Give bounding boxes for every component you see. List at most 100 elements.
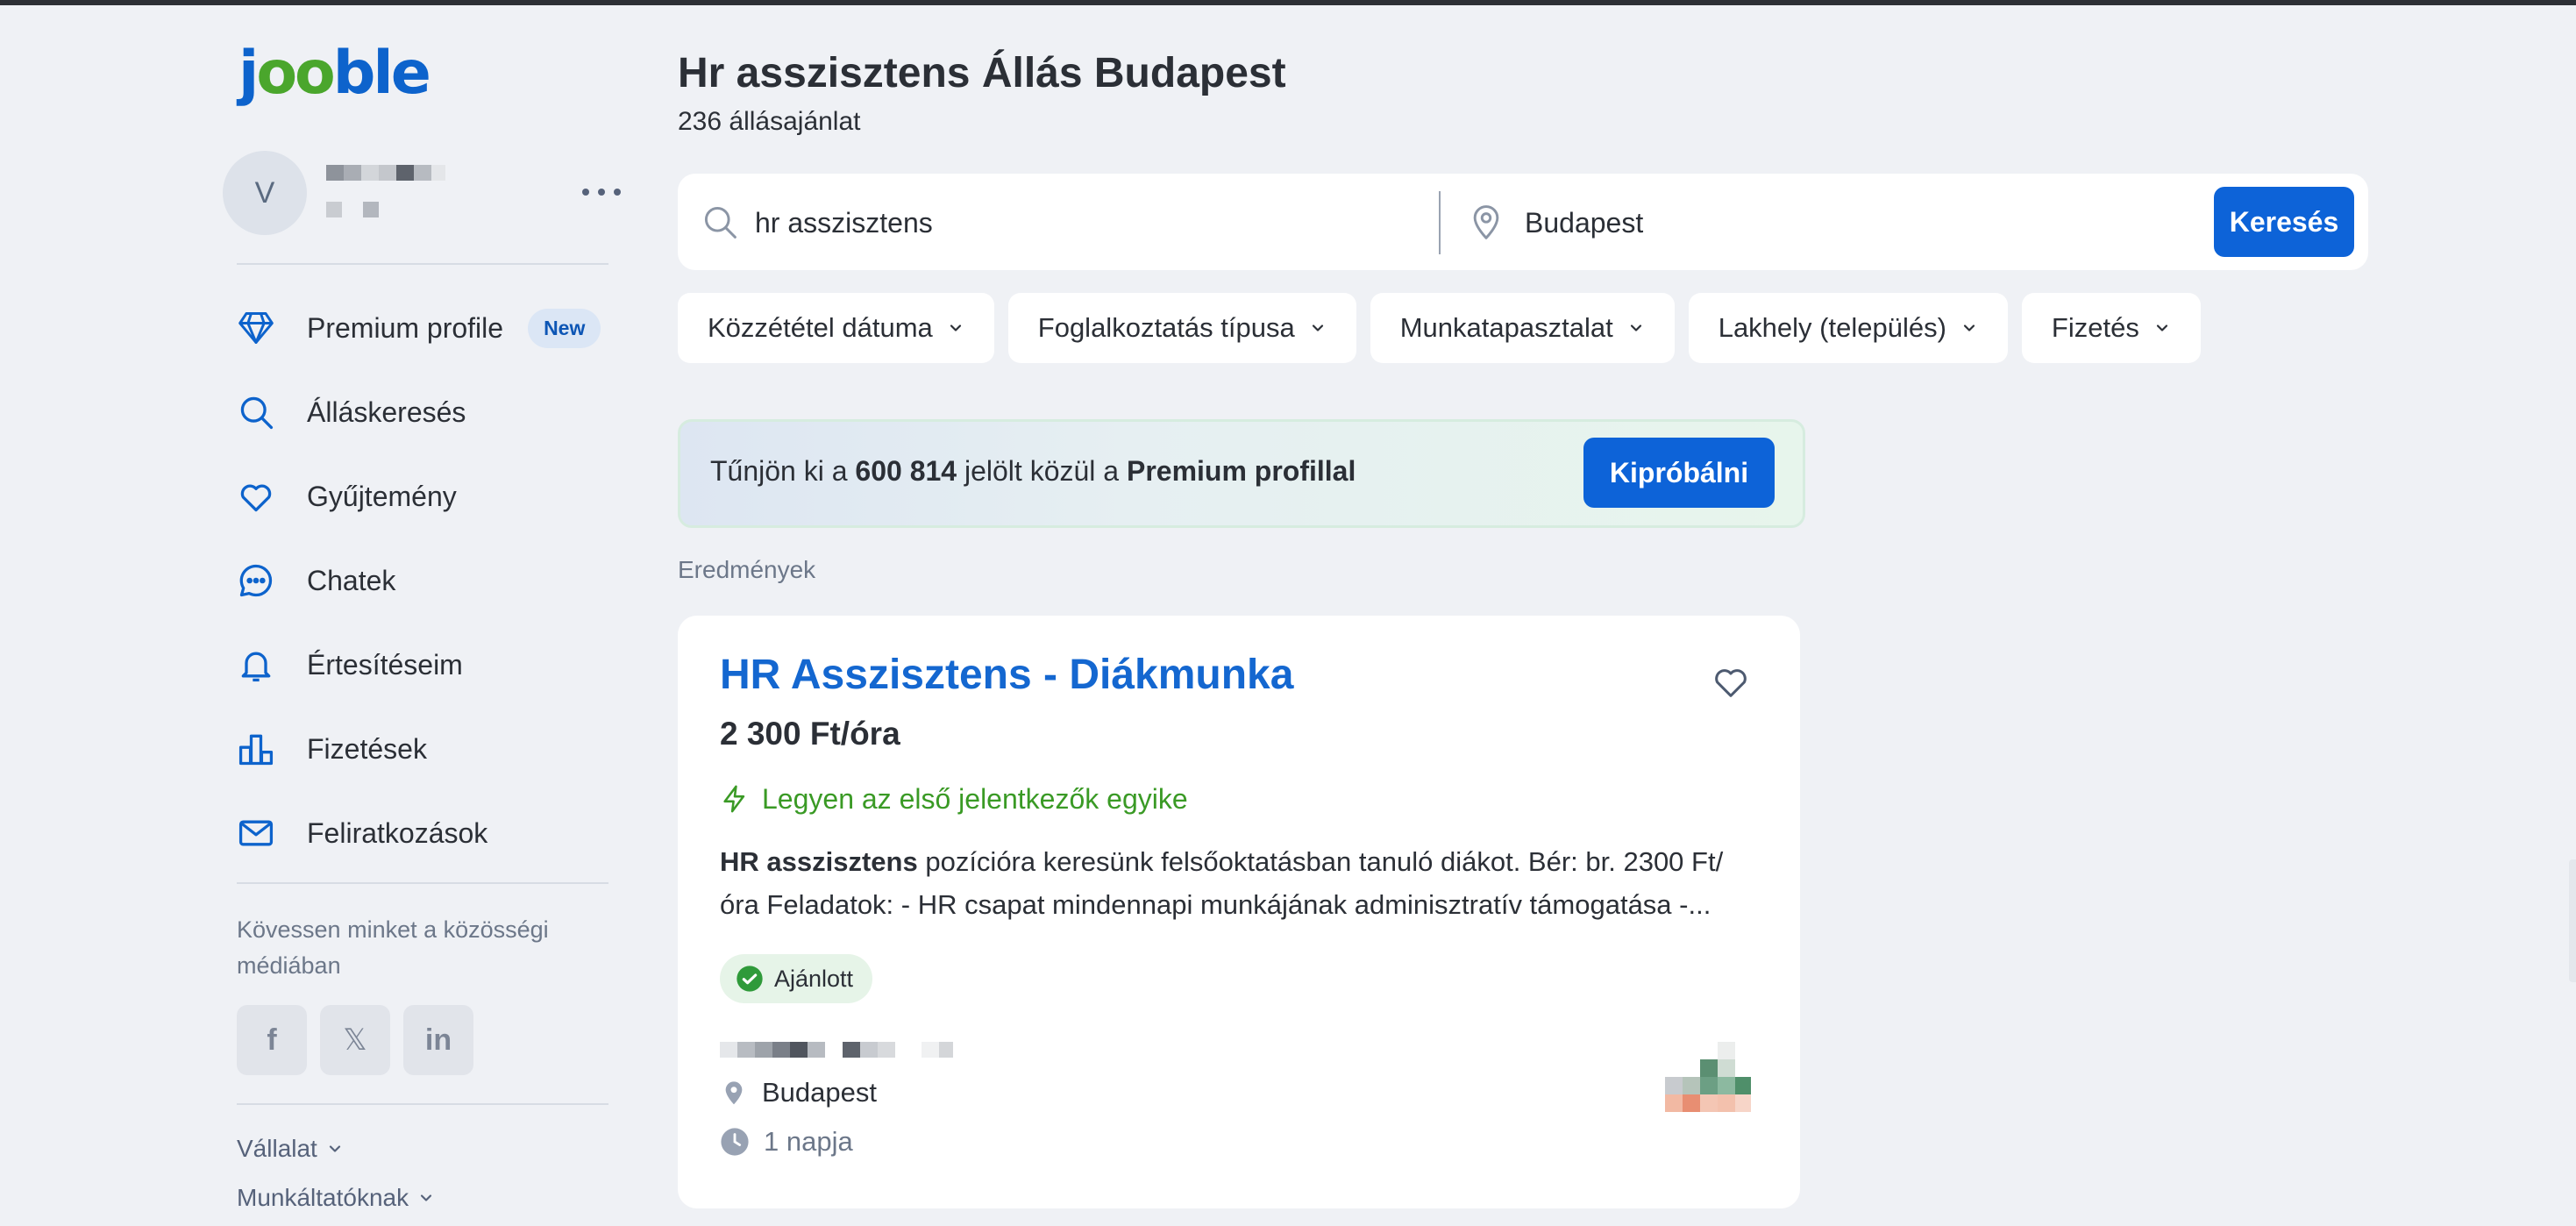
diamond-icon <box>237 309 275 347</box>
linkedin-icon[interactable]: in <box>403 1005 473 1075</box>
job-salary: 2 300 Ft/óra <box>720 716 900 752</box>
results-label: Eredmények <box>678 556 816 583</box>
employers-dropdown[interactable]: Munkáltatóknak <box>237 1184 435 1212</box>
bell-icon <box>237 645 275 684</box>
sidebar-item-chats[interactable]: Chatek <box>237 538 614 623</box>
chevron-down-icon <box>1963 324 1975 331</box>
sidebar-item-label: Értesítéseim <box>307 648 463 681</box>
save-heart-icon[interactable] <box>1711 661 1751 702</box>
job-card[interactable]: HR Asszisztens - Diákmunka 2 300 Ft/óra … <box>678 616 1800 1208</box>
promo-text: Tűnjön ki a 600 814 jelölt közül a Premi… <box>710 455 1356 488</box>
sidebar-divider <box>237 882 608 884</box>
logo-letter-j: j <box>238 39 259 108</box>
filter-label: Közzététel dátuma <box>708 312 933 343</box>
location-input[interactable] <box>1523 200 2193 246</box>
search-icon <box>237 393 275 431</box>
facebook-icon[interactable]: f <box>237 1005 307 1075</box>
check-circle-icon <box>737 966 763 992</box>
chevron-down-icon <box>1312 324 1323 331</box>
filter-label: Fizetés <box>2051 312 2139 343</box>
recommended-badge: Ajánlott <box>720 954 873 1003</box>
filter-employment-type[interactable]: Foglalkoztatás típusa <box>1007 293 1356 363</box>
sidebar-item-label: Chatek <box>307 564 396 596</box>
search-icon <box>704 206 737 239</box>
company-logo-blurred <box>1665 1042 1751 1112</box>
first-applicant-notice: Legyen az első jelentkezők egyike <box>720 782 1188 816</box>
logo-letters-ble: ble <box>332 39 431 108</box>
filter-residence[interactable]: Lakhely (település) <box>1688 293 2008 363</box>
job-description: HR asszisztens pozícióra keresünk felsőo… <box>720 840 1754 926</box>
sidebar-item-label: Álláskeresés <box>307 396 466 428</box>
job-count: 236 állásajánlat <box>678 107 861 136</box>
location-pin-icon <box>1473 205 1499 239</box>
job-posted-label: 1 napja <box>764 1126 853 1157</box>
sidebar-item-job-search[interactable]: Álláskeresés <box>237 370 614 454</box>
sidebar-nav: Premium profile New Álláskeresés Gyűjtem… <box>237 286 614 875</box>
employers-label: Munkáltatóknak <box>237 1184 409 1211</box>
lightning-icon <box>723 785 745 813</box>
jooble-logo[interactable]: jooble <box>238 44 431 103</box>
filter-label: Foglalkoztatás típusa <box>1037 312 1295 343</box>
company-label: Vállalat <box>237 1135 317 1162</box>
search-button[interactable]: Keresés <box>2214 187 2354 257</box>
user-name-blurred <box>326 165 445 181</box>
follow-us-text: Kövessen minket a közösségi médiában <box>237 916 549 979</box>
sidebar-divider <box>237 1103 608 1105</box>
logo-letters-oo: oo <box>256 39 335 108</box>
sidebar-item-label: Fizetések <box>307 732 427 765</box>
sidebar-item-label: Feliratkozások <box>307 816 488 849</box>
job-description-keyword: HR asszisztens <box>720 846 918 877</box>
job-posted-time: 1 napja <box>720 1126 853 1158</box>
mail-icon <box>237 814 275 852</box>
avatar-initial: V <box>254 175 275 210</box>
filter-bar: Közzététel dátuma Foglalkoztatás típusa … <box>678 293 2201 363</box>
sidebar-item-collection[interactable]: Gyűjtemény <box>237 454 614 538</box>
sidebar-item-label: Gyűjtemény <box>307 480 457 512</box>
user-email-blurred <box>326 202 379 217</box>
filter-salary[interactable]: Fizetés <box>2021 293 2201 363</box>
search-bar: Keresés <box>678 174 2368 270</box>
job-location-label: Budapest <box>762 1077 877 1108</box>
scrollbar-edge[interactable] <box>2569 859 2576 982</box>
promo-text-bold: Premium profillal <box>1126 455 1356 487</box>
sidebar-divider <box>237 263 608 265</box>
filter-experience[interactable]: Munkatapasztalat <box>1370 293 1675 363</box>
clock-icon <box>721 1128 749 1156</box>
chevron-down-icon <box>950 324 961 331</box>
company-dropdown[interactable]: Vállalat <box>237 1135 344 1163</box>
sidebar-item-subscriptions[interactable]: Feliratkozások <box>237 791 614 875</box>
social-links: f 𝕏 in <box>237 1005 473 1075</box>
chat-icon <box>237 561 275 600</box>
sidebar-item-premium-profile[interactable]: Premium profile New <box>237 286 614 370</box>
more-options-icon[interactable] <box>582 180 621 204</box>
facebook-glyph: f <box>267 1023 277 1057</box>
page-title: Hr asszisztens Állás Budapest <box>678 50 1286 96</box>
chevron-down-icon <box>2156 324 2167 331</box>
bar-chart-icon <box>237 730 275 768</box>
premium-promo-banner: Tűnjön ki a 600 814 jelölt közül a Premi… <box>678 419 1805 528</box>
location-pin-icon <box>725 1081 743 1105</box>
promo-text-before: Tűnjön ki a <box>710 455 856 487</box>
recommended-label: Ajánlott <box>774 965 854 992</box>
filter-posting-date[interactable]: Közzététel dátuma <box>678 293 994 363</box>
avatar[interactable]: V <box>223 151 307 235</box>
keyword-input[interactable] <box>753 200 1423 246</box>
company-name-blurred <box>720 1042 953 1058</box>
x-glyph: 𝕏 <box>343 1023 367 1058</box>
sidebar-item-salaries[interactable]: Fizetések <box>237 707 614 791</box>
chevron-down-icon <box>1630 324 1641 331</box>
first-applicant-text: Legyen az első jelentkezők egyike <box>762 782 1188 815</box>
sidebar-item-label: Premium profile <box>307 311 504 344</box>
filter-label: Munkatapasztalat <box>1399 312 1613 343</box>
filter-label: Lakhely (település) <box>1718 312 1946 343</box>
search-separator <box>1439 191 1441 254</box>
chevron-down-icon <box>421 1194 432 1201</box>
sidebar-item-notifications[interactable]: Értesítéseim <box>237 623 614 707</box>
heart-icon <box>237 477 275 516</box>
job-title-link[interactable]: HR Asszisztens - Diákmunka <box>720 651 1293 699</box>
new-badge: New <box>528 308 601 348</box>
try-premium-button[interactable]: Kipróbálni <box>1583 438 1775 508</box>
promo-candidate-count: 600 814 <box>855 455 957 487</box>
x-icon[interactable]: 𝕏 <box>320 1005 390 1075</box>
chevron-down-icon <box>329 1145 340 1152</box>
